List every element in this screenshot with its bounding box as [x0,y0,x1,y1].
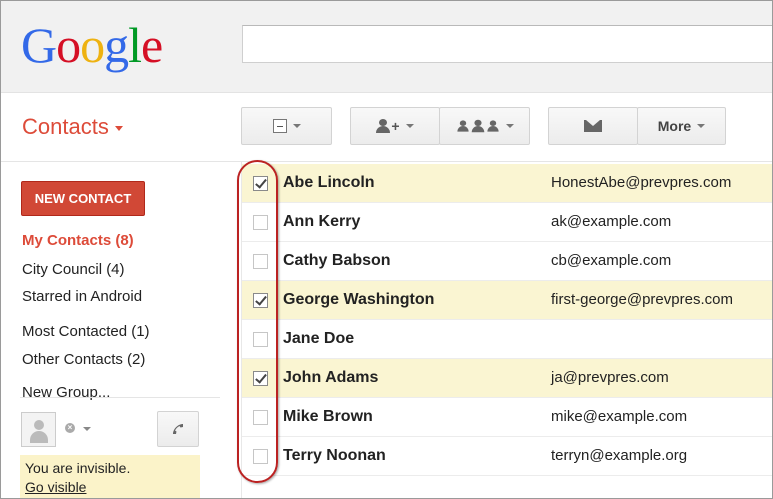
contact-checkbox[interactable] [253,449,268,464]
avatar[interactable] [21,412,56,447]
sidebar-item-my-contacts[interactable]: My Contacts (8) [22,232,134,249]
chevron-down-icon [114,125,123,131]
contact-checkbox[interactable] [253,215,268,230]
chat-status-box: You are invisible. Go visible [20,455,200,498]
select-menu-button[interactable] [241,107,332,145]
logo-letter: g [104,17,129,73]
chevron-down-icon [292,124,301,128]
groups-button[interactable] [439,107,530,145]
contact-email[interactable]: mike@example.com [551,408,687,425]
sidebar-divider [20,397,220,398]
google-logo[interactable]: Google [21,17,163,73]
contact-row[interactable]: Jane Doe [242,320,772,359]
contact-name[interactable]: John Adams [283,369,378,387]
more-label: More [657,118,692,134]
new-contact-button[interactable]: NEW CONTACT [21,181,145,216]
header-divider [1,161,772,162]
contact-row[interactable]: Ann Kerry ak@example.com [242,203,772,242]
contact-row[interactable]: Cathy Babson cb@example.com [242,242,772,281]
contact-row[interactable]: George Washington first-george@prevpres.c… [242,281,772,320]
email-button[interactable] [548,107,638,145]
logo-letter: l [128,17,142,73]
contact-list: Abe Lincoln HonestAbe@prevpres.com Ann Ker… [242,164,772,476]
plus-icon: + [391,118,400,134]
logo-letter: G [21,17,57,73]
search-input[interactable] [242,25,772,63]
add-person-icon [376,119,391,133]
contact-row[interactable]: Abe Lincoln HonestAbe@prevpres.com [242,164,772,203]
contact-name[interactable]: George Washington [283,291,434,309]
logo-letter: e [141,17,163,73]
contact-row[interactable]: John Adams ja@prevpres.com [242,359,772,398]
contacts-window: Google Contacts + More NEW CONTACT My Co… [0,0,773,499]
contact-name[interactable]: Jane Doe [283,330,354,348]
contact-name[interactable]: Terry Noonan [283,447,386,465]
invisible-status-text: You are invisible. [25,460,131,476]
sidebar-item-most-contacted[interactable]: Most Contacted (1) [22,323,150,340]
contact-row[interactable]: Mike Brown mike@example.com [242,398,772,437]
contact-checkbox[interactable] [253,254,268,269]
app-menu-contacts[interactable]: Contacts [22,114,123,140]
go-visible-link[interactable]: Go visible [25,478,195,497]
contact-email[interactable]: ak@example.com [551,213,671,230]
logo-letter: o [80,17,105,73]
contact-row[interactable]: Terry Noonan terryn@example.org [242,437,772,476]
chevron-down-icon [405,124,414,128]
app-menu-label: Contacts [22,114,109,139]
top-bar: Google [1,1,772,93]
contact-email[interactable]: cb@example.com [551,252,671,269]
chevron-down-icon[interactable] [83,427,91,431]
phone-icon [173,424,183,434]
sidebar-item-city-council[interactable]: City Council (4) [22,261,125,278]
sidebar-item-starred-in-android[interactable]: Starred in Android [22,288,142,305]
contact-name[interactable]: Mike Brown [283,408,373,426]
chevron-down-icon [697,124,706,128]
contact-name[interactable]: Cathy Babson [283,252,391,270]
more-button[interactable]: More [637,107,726,145]
envelope-icon [584,120,602,132]
group-icon [456,119,500,133]
sidebar-item-other-contacts[interactable]: Other Contacts (2) [22,351,145,368]
contact-email[interactable]: first-george@prevpres.com [551,291,733,308]
contact-checkbox[interactable] [253,176,268,191]
add-to-contacts-button[interactable]: + [350,107,440,145]
select-checkbox-icon [272,119,287,133]
contact-email[interactable]: ja@prevpres.com [551,369,669,386]
contact-checkbox[interactable] [253,371,268,386]
contact-checkbox[interactable] [253,332,268,347]
call-phone-button[interactable] [157,411,199,447]
contact-name[interactable]: Abe Lincoln [283,174,375,192]
invisible-status-icon[interactable]: × [65,423,75,433]
contact-name[interactable]: Ann Kerry [283,213,360,231]
contact-email[interactable]: HonestAbe@prevpres.com [551,174,731,191]
chevron-down-icon [505,124,514,128]
logo-letter: o [56,17,81,73]
sidebar-item-new-group[interactable]: New Group... [22,384,110,401]
contact-email[interactable]: terryn@example.org [551,447,687,464]
contact-checkbox[interactable] [253,293,268,308]
contact-checkbox[interactable] [253,410,268,425]
